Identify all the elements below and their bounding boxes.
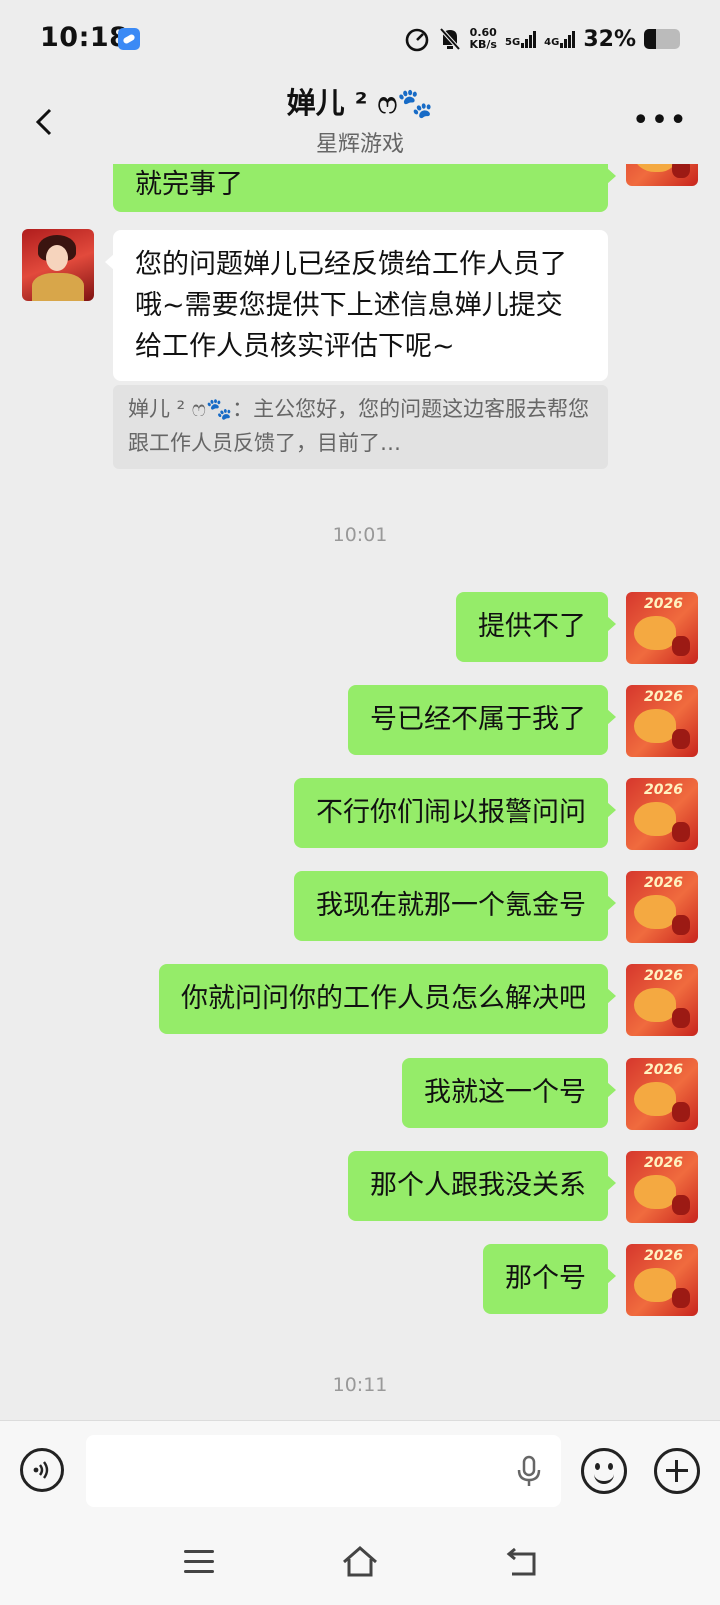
timestamp: 10:01 (332, 524, 388, 546)
status-time: 10:18 (40, 22, 129, 53)
signal-4g: 4G (544, 30, 576, 48)
user-avatar[interactable]: 2026 (626, 1058, 698, 1130)
message-bubble[interactable]: 那个号 (483, 1244, 616, 1314)
user-avatar[interactable]: 2026 (626, 164, 698, 186)
plus-icon[interactable] (654, 1448, 700, 1494)
battery-percent: 32% (583, 26, 636, 52)
avatar-year-text: 2026 (644, 1248, 683, 1264)
user-avatar[interactable]: 2026 (626, 964, 698, 1036)
signal-5g-label: 5G (504, 36, 521, 48)
message-bubble[interactable]: 我就这一个号 (402, 1058, 616, 1128)
app-notification-icon (118, 28, 140, 50)
message-bubble[interactable]: 就完事了 (113, 164, 616, 212)
message-input[interactable] (86, 1435, 561, 1507)
menu-icon[interactable] (184, 1550, 214, 1574)
user-avatar[interactable]: 2026 (626, 592, 698, 664)
net-speed-unit: KB/s (469, 38, 497, 51)
agent-avatar[interactable] (22, 229, 94, 301)
message-bubble[interactable]: 您的问题婵儿已经反馈给工作人员了哦~需要您提供下上述信息婵儿提交给工作人员核实评… (105, 230, 608, 381)
emoji-icon[interactable] (581, 1448, 627, 1494)
user-avatar[interactable]: 2026 (626, 871, 698, 943)
timestamp: 10:11 (332, 1374, 388, 1396)
avatar-year-text: 2026 (644, 782, 683, 798)
speedometer-icon (405, 28, 428, 52)
avatar-year-text: 2026 (644, 875, 683, 891)
avatar-year-text: 2026 (644, 689, 683, 705)
more-icon[interactable]: ••• (632, 106, 688, 136)
mic-icon[interactable] (516, 1455, 542, 1489)
avatar-year-text: 2026 (644, 596, 683, 612)
user-avatar[interactable]: 2026 (626, 685, 698, 757)
user-avatar[interactable]: 2026 (626, 1244, 698, 1316)
home-icon[interactable] (340, 1544, 380, 1580)
chat-header: 婵儿 ² ෆ🐾 星辉游戏 ••• (0, 80, 720, 164)
return-icon[interactable] (504, 1546, 540, 1580)
message-bubble[interactable]: 不行你们闹以报警问问 (294, 778, 616, 848)
voice-icon[interactable] (20, 1448, 64, 1492)
message-bubble[interactable]: 提供不了 (456, 592, 616, 662)
avatar-year-text: 2026 (644, 968, 683, 984)
signal-4g-label: 4G (544, 36, 560, 48)
input-bar (0, 1420, 720, 1523)
user-avatar[interactable]: 2026 (626, 778, 698, 850)
net-speed: 0.60 KB/s (470, 27, 497, 51)
chat-messages[interactable]: 就完事了 2026 您的问题婵儿已经反馈给工作人员了哦~需要您提供下上述信息婵儿… (0, 164, 720, 1420)
status-bar: 10:18 0.60 KB/s 5G 4G 32% (0, 0, 720, 80)
chat-title: 婵儿 ² ෆ🐾 (286, 86, 434, 120)
message-bubble[interactable]: 你就问问你的工作人员怎么解决吧 (159, 964, 616, 1034)
avatar-year-text: 2026 (644, 1062, 683, 1078)
user-avatar[interactable]: 2026 (626, 1151, 698, 1223)
system-nav-bar (0, 1522, 720, 1605)
avatar-year-text: 2026 (644, 1155, 683, 1171)
message-bubble[interactable]: 那个人跟我没关系 (348, 1151, 616, 1221)
quoted-message[interactable]: 婵儿 ² ෆ🐾：主公您好，您的问题这边客服去帮您跟工作人员反馈了，目前了… (113, 385, 608, 469)
message-bubble[interactable]: 号已经不属于我了 (348, 685, 616, 755)
mute-bell-icon (439, 27, 460, 51)
battery-icon (644, 29, 680, 49)
message-bubble[interactable]: 我现在就那一个氪金号 (294, 871, 616, 941)
status-icons: 0.60 KB/s 5G 4G 32% (404, 26, 680, 52)
signal-5g: 5G (504, 30, 537, 48)
chat-subtitle: 星辉游戏 (315, 132, 404, 157)
